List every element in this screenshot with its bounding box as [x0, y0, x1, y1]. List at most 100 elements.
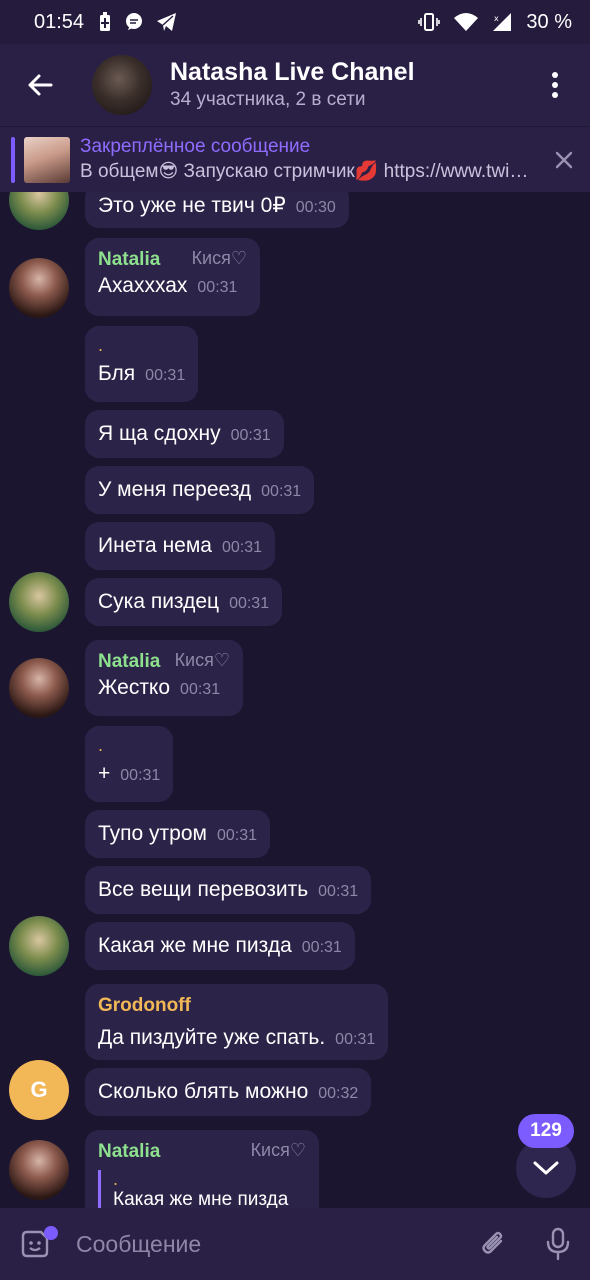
- chat-title: Natasha Live Chanel: [170, 58, 415, 86]
- avatar[interactable]: [9, 572, 69, 632]
- message-dot: .: [98, 735, 104, 755]
- message-time: 00:31: [197, 279, 238, 296]
- message-bubble[interactable]: У меня переезд 00:31: [85, 466, 315, 514]
- chat-header: Natasha Live Chanel 34 участника, 2 в се…: [0, 44, 590, 126]
- message-time: 00:32: [318, 1085, 359, 1102]
- sender-role: Кися♡: [250, 1140, 306, 1160]
- reply-quote[interactable]: . Какая же мне пизда: [98, 1170, 306, 1208]
- avatar[interactable]: [9, 1140, 69, 1200]
- chat-notification-icon: [126, 13, 143, 30]
- sender-role: Кися♡: [191, 248, 247, 268]
- message-text: Все вещи перевозить: [98, 878, 309, 901]
- battery-level: 30 %: [526, 10, 572, 33]
- reply-quote-dot: .: [113, 1169, 119, 1189]
- unread-count-badge[interactable]: 129: [518, 1114, 574, 1148]
- pinned-title: Закреплённое сообщение: [80, 135, 311, 157]
- close-icon: [555, 151, 573, 168]
- message-text: Тупо утром: [98, 822, 207, 845]
- message-text: Сука пиздец: [98, 590, 220, 613]
- chat-info[interactable]: Natasha Live Chanel 34 участника, 2 в се…: [170, 57, 520, 113]
- message-sender: Grodonoff: [98, 995, 191, 1016]
- message-bubble[interactable]: Какая же мне пизда 00:31: [85, 922, 355, 970]
- message-time: 00:31: [318, 883, 359, 900]
- avatar[interactable]: [9, 916, 69, 976]
- message-text: У меня переезд: [98, 478, 252, 501]
- more-menu-button[interactable]: [520, 44, 590, 126]
- telegram-icon: [157, 13, 177, 31]
- back-button[interactable]: [0, 44, 80, 126]
- new-stickers-dot: [44, 1226, 58, 1240]
- message-bubble[interactable]: Grodonoff Да пиздуйте уже спать. 00:31: [85, 984, 389, 1060]
- message-bubble[interactable]: Это уже не твич 0₽ 00:30: [85, 192, 349, 228]
- avatar[interactable]: [9, 258, 69, 318]
- message-list[interactable]: Это уже не твич 0₽ 00:30 Natalia Кися♡ Ах…: [0, 192, 590, 1208]
- status-bar: 01:54 x 30 %: [0, 0, 590, 44]
- attach-button[interactable]: [462, 1208, 526, 1280]
- message-dot: .: [98, 335, 104, 355]
- status-notification-icons: [98, 12, 178, 32]
- chat-avatar[interactable]: [92, 55, 152, 115]
- more-vertical-icon: [552, 72, 558, 98]
- message-text: Жестко: [98, 676, 171, 699]
- message-bubble[interactable]: Сколько блять можно 00:32: [85, 1068, 372, 1116]
- avatar[interactable]: G: [9, 1060, 69, 1120]
- message-bubble[interactable]: Тупо утром 00:31: [85, 810, 270, 858]
- message-time: 00:31: [180, 681, 221, 698]
- message-bubble[interactable]: Инета нема 00:31: [85, 522, 276, 570]
- message-text: Да пиздуйте уже спать.: [98, 1026, 326, 1049]
- status-right-icons: x 30 %: [418, 11, 572, 34]
- avatar[interactable]: [9, 658, 69, 718]
- reply-quote-text: Какая же мне пизда: [113, 1189, 289, 1208]
- vibrate-icon: [418, 13, 441, 31]
- message-text: Какая же мне пизда: [98, 934, 292, 957]
- message-text: Ахахххах: [98, 274, 188, 297]
- pinned-close-button[interactable]: [538, 151, 590, 169]
- message-input[interactable]: [70, 1208, 462, 1280]
- message-time: 00:31: [301, 939, 342, 956]
- pinned-message[interactable]: Закреплённое сообщение В общем😎 Запускаю…: [0, 126, 590, 192]
- svg-text:x: x: [494, 14, 499, 23]
- battery-saver-icon: [100, 12, 111, 31]
- message-bubble[interactable]: . Бля 00:31: [85, 326, 199, 402]
- message-time: 00:31: [261, 483, 302, 500]
- chevron-down-icon: [533, 1161, 559, 1175]
- message-time: 00:31: [120, 767, 161, 784]
- message-text: Бля: [98, 362, 136, 385]
- message-time: 00:31: [230, 427, 271, 444]
- message-time: 00:30: [295, 199, 336, 216]
- message-bubble[interactable]: Natalia Кися♡ Жестко 00:31: [85, 640, 243, 716]
- message-input-bar: [0, 1208, 590, 1280]
- pinned-texts: Закреплённое сообщение В общем😎 Запускаю…: [80, 135, 538, 185]
- back-arrow-icon: [28, 74, 53, 96]
- message-time: 00:31: [335, 1031, 376, 1048]
- status-time: 01:54: [34, 10, 85, 33]
- message-text: Сколько блять можно: [98, 1080, 309, 1103]
- message-text: Инета нема: [98, 534, 212, 557]
- microphone-icon: [546, 1227, 570, 1261]
- emoji-button[interactable]: [0, 1208, 70, 1280]
- pinned-thumbnail: [24, 136, 70, 183]
- message-bubble[interactable]: Сука пиздец 00:31: [85, 578, 283, 626]
- message-time: 00:31: [229, 595, 270, 612]
- message-time: 00:31: [216, 827, 257, 844]
- message-time: 00:31: [145, 367, 186, 384]
- avatar-letter: G: [30, 1077, 48, 1102]
- signal-icon: x: [493, 13, 512, 31]
- message-bubble[interactable]: Natalia Кися♡ . Какая же мне пизда: [85, 1130, 319, 1208]
- message-bubble[interactable]: Я ща сдохну 00:31: [85, 410, 284, 458]
- sender-role: Кися♡: [174, 650, 230, 670]
- avatar[interactable]: [9, 192, 69, 230]
- message-bubble[interactable]: Natalia Кися♡ Ахахххах 00:31: [85, 238, 260, 316]
- voice-message-button[interactable]: [526, 1208, 590, 1280]
- paperclip-icon: [482, 1231, 503, 1254]
- pinned-indicator: [11, 136, 15, 183]
- message-time: 00:31: [221, 539, 263, 556]
- chat-subtitle: 34 участника, 2 в сети: [170, 89, 366, 110]
- message-bubble[interactable]: . +00:31: [85, 726, 174, 802]
- wifi-icon: [454, 13, 479, 31]
- message-text: +: [98, 762, 111, 785]
- pinned-text: В общем😎 Запускаю стримчик💋 https://www.…: [80, 160, 530, 182]
- message-text: Я ща сдохну: [98, 422, 221, 445]
- message-bubble[interactable]: Все вещи перевозить 00:31: [85, 866, 372, 914]
- message-text: Это уже не твич 0₽: [98, 194, 286, 217]
